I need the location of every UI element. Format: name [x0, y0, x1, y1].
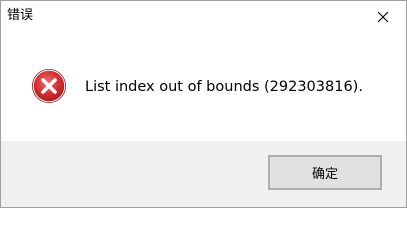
dialog-content: List index out of bounds (292303816). — [1, 33, 406, 141]
close-button[interactable] — [360, 1, 406, 33]
dialog-title: 错误 — [7, 8, 34, 23]
error-icon — [31, 68, 67, 104]
title-bar[interactable]: 错误 — [1, 1, 406, 33]
ok-button[interactable]: 确定 — [268, 155, 382, 190]
error-message: List index out of bounds (292303816). — [85, 79, 363, 95]
close-icon — [377, 8, 389, 27]
error-dialog: 错误 List index out of bounds (292303816).… — [0, 0, 407, 208]
dialog-footer: 确定 — [1, 141, 406, 207]
